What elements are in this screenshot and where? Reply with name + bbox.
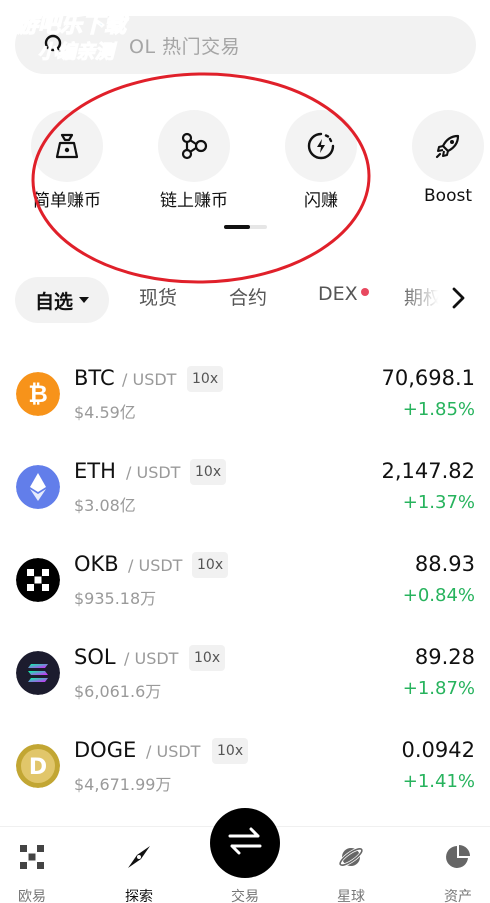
pie-chart-icon [445,844,471,870]
leverage-badge: 10x [187,366,224,392]
nav-label: 星球 [337,889,365,903]
caret-down-icon [79,297,89,303]
search-placeholder[interactable]: OL 热门交易 [129,32,240,59]
svg-text:₿: ₿ [28,380,48,408]
trade-button[interactable] [210,808,280,878]
market-row-sol[interactable]: SOL / USDT 10x $6,061.6万 89.28 +1.87% [0,645,490,725]
symbol: DOGE [74,738,137,762]
eth-coin-icon [16,465,60,509]
tab-dex[interactable]: DEX [318,283,358,305]
market-row-doge[interactable]: D DOGE / USDT 10x $4,671.99万 0.0942 +1.4… [0,738,490,818]
carousel-page-indicator [224,225,267,229]
nav-okx[interactable]: 欧易 [0,827,81,903]
quote-currency: / USDT [128,556,183,575]
change-percent: +0.84% [402,585,475,606]
quote-currency: / USDT [122,370,177,389]
leverage-badge: 10x [190,459,227,485]
quote-currency: / USDT [124,649,179,668]
shortcut-label: 链上赚币 [160,191,228,211]
quote-currency: / USDT [146,742,201,761]
shortcut-flash-earn[interactable]: 闪赚 [266,108,376,218]
symbol: BTC [74,366,115,390]
okx-logo-icon [19,844,45,870]
rocket-icon [412,110,484,182]
earn-shortcuts: 简单赚币 链上赚币 闪赚 Boost [0,108,490,218]
market-row-btc[interactable]: ₿ BTC / USDT 10x $4.59亿 70,698.1 +1.85% [0,366,490,446]
tab-spot[interactable]: 现货 [139,283,177,310]
chain-nodes-icon [158,110,230,182]
flash-timer-icon [285,110,357,182]
shortcut-simple-earn[interactable]: 简单赚币 [12,108,122,218]
change-percent: +1.41% [402,771,475,792]
sol-coin-icon [16,651,60,695]
leverage-badge: 10x [189,645,226,671]
change-percent: +1.37% [402,492,475,513]
nav-label: 欧易 [18,889,46,903]
shortcut-label: Boost [424,186,472,206]
change-percent: +1.87% [402,678,475,699]
change-percent: +1.85% [402,399,475,420]
nav-label: 探索 [125,889,153,903]
okb-coin-icon [16,558,60,602]
symbol: ETH [74,459,116,483]
leverage-badge: 10x [192,552,229,578]
page-indicator-active [224,225,250,229]
market-row-eth[interactable]: ETH / USDT 10x $3.08亿 2,147.82 +1.37% [0,459,490,539]
shortcut-label: 闪赚 [304,191,338,211]
planet-icon [338,844,364,870]
symbol: OKB [74,552,119,576]
shortcut-boost[interactable]: Boost [393,108,490,218]
btc-coin-icon: ₿ [16,372,60,416]
shortcut-onchain-earn[interactable]: 链上赚币 [139,108,249,218]
nav-assets[interactable]: 资产 [409,827,490,903]
swap-arrows-icon [227,827,263,859]
volume: $935.18万 [74,589,157,608]
price: 0.0942 [401,738,475,762]
nav-planet[interactable]: 星球 [302,827,400,903]
money-bag-icon [31,110,103,182]
search-bar[interactable]: OL 热门交易 [15,16,476,74]
compass-icon [126,844,152,870]
volume: $6,061.6万 [74,682,162,701]
price: 88.93 [414,552,475,576]
tab-futures[interactable]: 合约 [229,283,267,310]
volume: $3.08亿 [74,496,136,515]
nav-label: 资产 [444,889,472,903]
price: 2,147.82 [381,459,475,483]
quote-currency: / USDT [126,463,181,482]
dex-badge-dot [361,288,369,296]
tabs-fade [400,278,448,322]
leverage-badge: 10x [212,738,249,764]
search-icon [43,33,67,61]
symbol: SOL [74,645,116,669]
shortcut-label: 简单赚币 [33,191,101,211]
doge-coin-icon: D [16,744,60,788]
svg-text:D: D [29,755,47,780]
nav-label: 交易 [231,889,259,903]
price: 89.28 [414,645,475,669]
volume: $4.59亿 [74,403,136,422]
volume: $4,671.99万 [74,775,172,794]
nav-explore[interactable]: 探索 [90,827,188,903]
tab-favorites[interactable]: 自选 [15,277,109,323]
chevron-right-icon[interactable] [448,286,468,314]
market-row-okb[interactable]: OKB / USDT 10x $935.18万 88.93 +0.84% [0,552,490,632]
tab-favorites-label: 自选 [34,290,73,313]
price: 70,698.1 [381,366,475,390]
